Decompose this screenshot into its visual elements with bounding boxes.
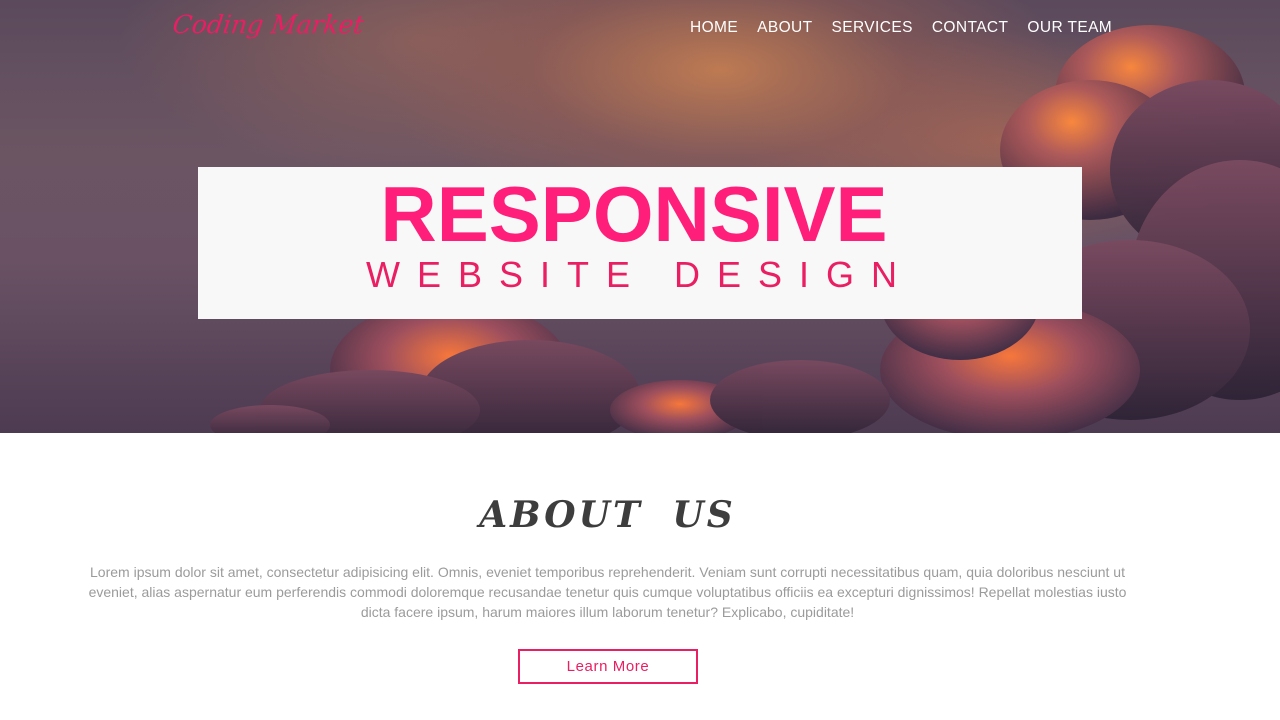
main-nav: HOME ABOUT SERVICES CONTACT OUR TEAM <box>690 19 1131 37</box>
nav-services[interactable]: SERVICES <box>832 19 913 37</box>
nav-contact[interactable]: CONTACT <box>932 19 1009 37</box>
site-logo[interactable]: Coding Market <box>171 10 366 39</box>
hero-subtitle: WEBSITE DESIGN <box>365 254 915 295</box>
hero-section: Coding Market HOME ABOUT SERVICES CONTAC… <box>0 0 1280 433</box>
nav-our-team[interactable]: OUR TEAM <box>1027 19 1112 37</box>
learn-more-button[interactable]: Learn More <box>518 649 698 684</box>
hero-banner: RESPONSIVE WEBSITE DESIGN <box>198 167 1082 319</box>
about-heading: ABOUT US <box>479 494 736 536</box>
about-text: Lorem ipsum dolor sit amet, consectetur … <box>88 564 1127 620</box>
hero-title: RESPONSIVE <box>380 170 888 258</box>
nav-about[interactable]: ABOUT <box>757 19 812 37</box>
nav-home[interactable]: HOME <box>690 19 738 37</box>
